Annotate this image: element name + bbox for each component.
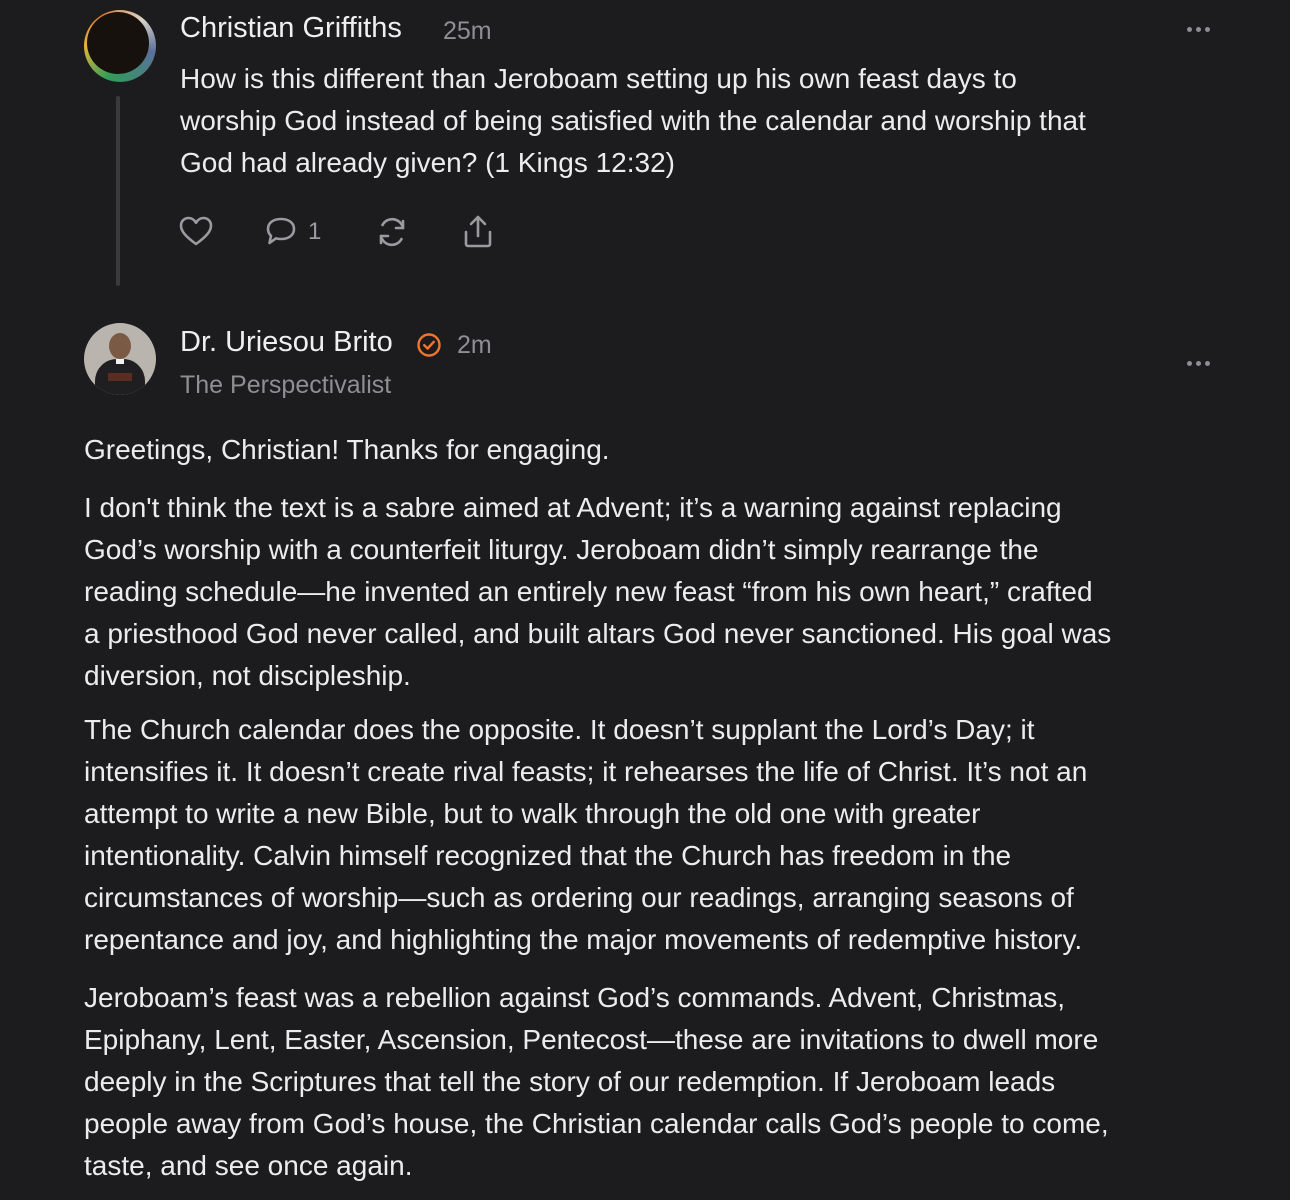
reply-count: 1	[308, 218, 322, 245]
more-options-icon[interactable]	[1185, 358, 1215, 370]
comment-body-line: diversion, not discipleship.	[84, 660, 411, 691]
like-button[interactable]	[177, 213, 215, 251]
comment-body: How is this different than Jeroboam sett…	[180, 58, 1240, 184]
comment-body-line: reading schedule—he invented an entirely…	[84, 576, 1093, 607]
comment-body-line: repentance and joy, and highlighting the…	[84, 924, 1083, 955]
thread-connector-line	[116, 96, 120, 286]
restack-icon	[379, 217, 405, 247]
comment-body-line: God had already given? (1 Kings 12:32)	[180, 147, 675, 178]
comment-body-line: I don't think the text is a sabre aimed …	[84, 492, 1062, 523]
comment-body-line: circumstances of worship—such as orderin…	[84, 882, 1074, 913]
comment-body-line: Jeroboam’s feast was a rebellion against…	[84, 982, 1065, 1013]
comment-body-line: God’s worship with a counterfeit liturgy…	[84, 534, 1039, 565]
comment-body-line: people away from God’s house, the Christ…	[84, 1108, 1109, 1139]
comment-body-line: intentionality. Calvin himself recognize…	[84, 840, 1012, 871]
publication-name[interactable]: The Perspectivalist	[180, 371, 391, 400]
comment-body-line: worship God instead of being satisfied w…	[180, 105, 1086, 136]
comment-timestamp[interactable]: 2m	[457, 331, 492, 360]
comment-body-line: deeply in the Scriptures that tell the s…	[84, 1066, 1056, 1097]
comment-paragraph: I don't think the text is a sabre aimed …	[84, 487, 1264, 697]
comment-body-line: The Church calendar does the opposite. I…	[84, 714, 1035, 745]
share-icon	[464, 215, 492, 248]
verified-check-icon	[417, 333, 441, 357]
reply-button[interactable]: 1	[262, 213, 321, 251]
comment-body-line: Greetings, Christian! Thanks for engagin…	[84, 434, 610, 465]
comment-body-line: taste, and see once again.	[84, 1150, 413, 1181]
comment-body-line: How is this different than Jeroboam sett…	[180, 63, 1017, 94]
comment-paragraph: The Church calendar does the opposite. I…	[84, 709, 1264, 961]
heart-icon	[179, 216, 213, 246]
comment-paragraph: Greetings, Christian! Thanks for engagin…	[84, 429, 1264, 471]
comment-body-line: intensifies it. It doesn’t create rival …	[84, 756, 1088, 787]
avatar-uriesou-brito[interactable]	[84, 323, 156, 395]
comment-body-line: Epiphany, Lent, Easter, Ascension, Pente…	[84, 1024, 1099, 1055]
comment-bubble-icon	[266, 217, 296, 245]
more-options-icon[interactable]	[1185, 24, 1215, 36]
comment-timestamp[interactable]: 25m	[443, 17, 492, 46]
comment-body-line: attempt to write a new Bible, but to wal…	[84, 798, 981, 829]
comment-paragraph: Jeroboam’s feast was a rebellion against…	[84, 977, 1264, 1187]
restack-button[interactable]	[373, 213, 411, 251]
avatar-image	[87, 12, 149, 74]
share-button[interactable]	[459, 213, 497, 251]
comment-body-line: a priesthood God never called, and built…	[84, 618, 1112, 649]
avatar-christian-griffiths[interactable]	[84, 10, 156, 82]
comment-author-name[interactable]: Dr. Uriesou Brito	[180, 326, 393, 359]
comment-author-name[interactable]: Christian Griffiths	[180, 12, 402, 45]
